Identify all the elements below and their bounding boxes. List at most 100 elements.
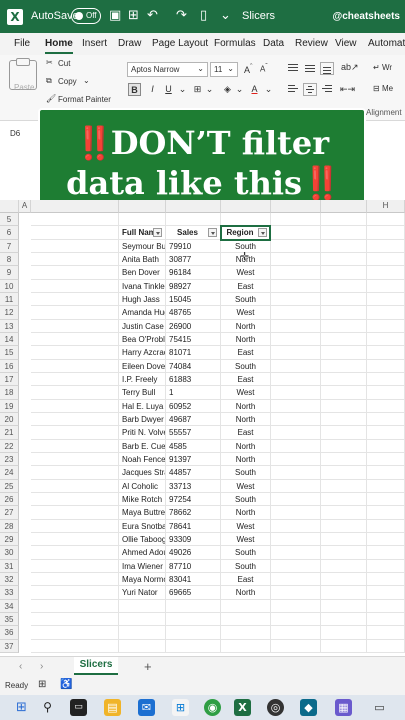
empty-cell[interactable] bbox=[321, 213, 367, 227]
grid-view-icon[interactable]: ⊞ bbox=[128, 9, 139, 23]
sales-cell[interactable]: 87710 bbox=[166, 559, 221, 573]
bold-button[interactable]: B bbox=[128, 83, 141, 96]
sales-cell[interactable]: 1 bbox=[166, 386, 221, 400]
empty-cell[interactable] bbox=[271, 359, 321, 373]
row-number[interactable]: 37 bbox=[0, 639, 19, 653]
empty-cell[interactable] bbox=[31, 319, 119, 333]
empty-cell[interactable] bbox=[321, 612, 367, 627]
name-cell[interactable]: Ollie Tabooger bbox=[119, 532, 166, 547]
font-color-icon[interactable]: A bbox=[248, 83, 261, 96]
empty-cell[interactable] bbox=[119, 213, 166, 227]
empty-cell[interactable] bbox=[321, 639, 367, 653]
row-number[interactable]: 11 bbox=[0, 292, 19, 307]
empty-cell[interactable] bbox=[367, 639, 405, 653]
row-number[interactable]: 8 bbox=[0, 252, 19, 267]
empty-cell[interactable] bbox=[321, 372, 367, 387]
empty-cell[interactable] bbox=[321, 439, 367, 453]
empty-cell[interactable] bbox=[367, 319, 405, 333]
search-icon[interactable]: ⚲ bbox=[39, 699, 56, 716]
row-number[interactable]: 9 bbox=[0, 266, 19, 280]
empty-cell[interactable] bbox=[367, 626, 405, 640]
region-cell[interactable]: West bbox=[221, 386, 271, 400]
name-cell[interactable]: Terry Bull bbox=[119, 386, 166, 400]
region-cell[interactable]: South bbox=[221, 492, 271, 507]
empty-cell[interactable] bbox=[367, 226, 405, 240]
row-number[interactable]: 14 bbox=[0, 332, 19, 347]
row-number[interactable]: 7 bbox=[0, 239, 19, 253]
empty-cell[interactable] bbox=[31, 213, 119, 227]
empty-cell[interactable] bbox=[321, 346, 367, 360]
sales-cell[interactable]: 61883 bbox=[166, 372, 221, 387]
column-header-a[interactable]: A bbox=[19, 200, 31, 213]
font-size-select[interactable]: 11 ⌄ bbox=[210, 62, 238, 77]
region-cell[interactable]: South bbox=[221, 559, 271, 573]
empty-cell[interactable] bbox=[271, 639, 321, 653]
empty-cell[interactable] bbox=[271, 546, 321, 560]
column-heading-cell[interactable]: Full Name bbox=[119, 226, 166, 240]
sales-cell[interactable]: 69665 bbox=[166, 586, 221, 600]
name-box[interactable]: D6 bbox=[10, 129, 20, 138]
tab-insert[interactable]: Insert bbox=[82, 38, 107, 49]
empty-cell[interactable] bbox=[321, 586, 367, 600]
row-number[interactable]: 18 bbox=[0, 386, 19, 400]
empty-cell[interactable] bbox=[31, 532, 119, 547]
empty-cell[interactable] bbox=[367, 452, 405, 467]
chevron-down-icon[interactable]: ⌄ bbox=[176, 83, 189, 96]
empty-cell[interactable] bbox=[321, 226, 367, 240]
sales-cell[interactable]: 96184 bbox=[166, 266, 221, 280]
region-cell[interactable]: South bbox=[221, 546, 271, 560]
empty-cell[interactable] bbox=[367, 559, 405, 573]
camera-app-icon[interactable]: ◎ bbox=[267, 699, 284, 716]
region-cell[interactable]: South bbox=[221, 359, 271, 373]
empty-cell[interactable] bbox=[321, 306, 367, 320]
region-cell[interactable]: North bbox=[221, 452, 271, 467]
decrease-font-icon[interactable]: Aˇ bbox=[260, 63, 268, 74]
align-bottom-icon[interactable] bbox=[320, 62, 334, 75]
row-number[interactable]: 32 bbox=[0, 572, 19, 587]
row-number[interactable]: 5 bbox=[0, 213, 19, 227]
copy-icon[interactable]: ⧉ bbox=[46, 76, 52, 86]
column-header[interactable] bbox=[31, 200, 119, 213]
name-cell[interactable]: Seymour Butz bbox=[119, 239, 166, 253]
row-number[interactable]: 20 bbox=[0, 412, 19, 427]
empty-cell[interactable] bbox=[271, 319, 321, 333]
empty-cell[interactable] bbox=[119, 612, 166, 627]
empty-cell[interactable] bbox=[321, 479, 367, 493]
empty-cell[interactable] bbox=[367, 492, 405, 507]
name-cell[interactable]: Bea O'Problem bbox=[119, 332, 166, 347]
chrome-icon[interactable]: ◉ bbox=[204, 699, 221, 716]
row-number[interactable]: 23 bbox=[0, 452, 19, 467]
region-cell[interactable]: West bbox=[221, 532, 271, 547]
region-cell[interactable]: North bbox=[221, 586, 271, 600]
sales-cell[interactable]: 60952 bbox=[166, 399, 221, 413]
empty-cell[interactable] bbox=[367, 599, 405, 613]
empty-cell[interactable] bbox=[31, 359, 119, 373]
empty-cell[interactable] bbox=[321, 319, 367, 333]
chevron-down-icon[interactable]: ⌄ bbox=[262, 83, 275, 96]
empty-cell[interactable] bbox=[321, 559, 367, 573]
empty-cell[interactable] bbox=[367, 332, 405, 347]
row-number[interactable]: 12 bbox=[0, 306, 19, 320]
empty-cell[interactable] bbox=[31, 372, 119, 387]
name-cell[interactable]: Yuri Nator bbox=[119, 586, 166, 600]
empty-cell[interactable] bbox=[367, 572, 405, 587]
empty-cell[interactable] bbox=[31, 252, 119, 267]
empty-cell[interactable] bbox=[367, 612, 405, 627]
empty-cell[interactable] bbox=[31, 639, 119, 653]
region-cell[interactable]: North bbox=[221, 506, 271, 520]
empty-cell[interactable] bbox=[31, 626, 119, 640]
empty-cell[interactable] bbox=[271, 559, 321, 573]
empty-cell[interactable] bbox=[271, 479, 321, 493]
sales-cell[interactable]: 49026 bbox=[166, 546, 221, 560]
redo-icon[interactable]: ↷ bbox=[176, 9, 187, 23]
empty-cell[interactable] bbox=[321, 412, 367, 427]
row-number[interactable]: 35 bbox=[0, 612, 19, 627]
empty-cell[interactable] bbox=[271, 426, 321, 440]
row-number[interactable]: 26 bbox=[0, 492, 19, 507]
empty-cell[interactable] bbox=[271, 466, 321, 480]
sales-cell[interactable]: 91397 bbox=[166, 452, 221, 467]
align-left-icon[interactable] bbox=[286, 83, 300, 96]
format-painter-button[interactable]: Format Painter bbox=[58, 95, 111, 104]
row-number[interactable]: 34 bbox=[0, 599, 19, 613]
column-header[interactable] bbox=[166, 200, 221, 213]
